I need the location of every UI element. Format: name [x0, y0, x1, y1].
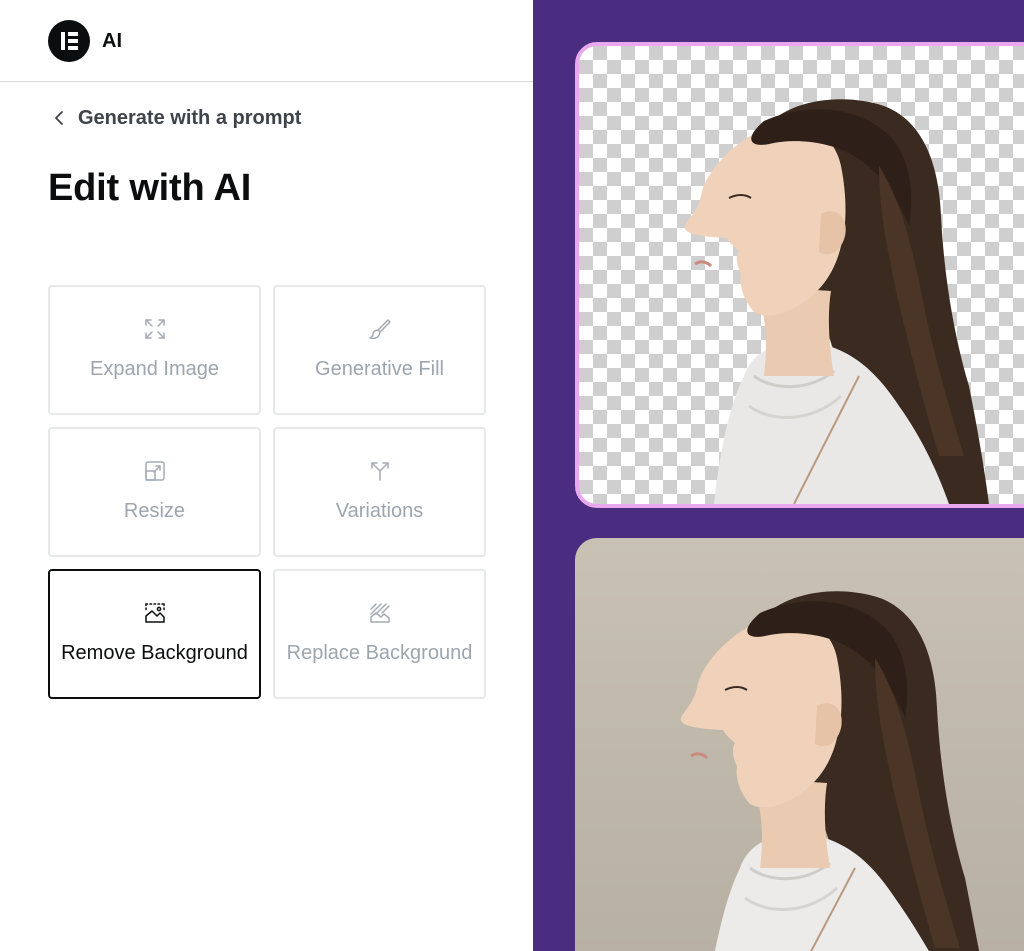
elementor-logo-icon	[48, 20, 90, 62]
resize-card[interactable]: Resize	[48, 427, 261, 557]
original-image-preview	[575, 538, 1024, 951]
back-to-generate-link[interactable]: Generate with a prompt	[52, 104, 301, 132]
replace-background-label: Replace Background	[286, 642, 473, 664]
expand-image-card[interactable]: Expand Image	[48, 285, 261, 415]
generative-fill-label: Generative Fill	[315, 358, 444, 380]
variations-card[interactable]: Variations	[273, 427, 486, 557]
variations-label: Variations	[335, 500, 424, 522]
panel-header: AI	[0, 0, 533, 82]
chevron-left-icon	[55, 111, 63, 125]
app-title: AI	[102, 30, 122, 52]
generative-fill-card[interactable]: Generative Fill	[273, 285, 486, 415]
remove-background-card[interactable]: Remove Background	[48, 569, 261, 699]
expand-arrows-icon	[144, 319, 165, 339]
background-removed-preview	[575, 42, 1024, 508]
edit-tools-grid: Expand Image Generative Fill Resize Vari…	[48, 285, 486, 699]
woman-profile-image	[680, 591, 980, 951]
page-title: Edit with AI	[48, 167, 252, 209]
back-link-label: Generate with a prompt	[78, 107, 302, 129]
replace-background-card[interactable]: Replace Background	[273, 569, 486, 699]
resize-label: Resize	[123, 500, 186, 522]
remove-background-icon	[144, 603, 165, 623]
image-preview-area	[533, 0, 1024, 951]
split-arrows-icon	[370, 462, 389, 481]
replace-background-icon	[369, 603, 390, 623]
woman-profile-image	[684, 99, 989, 504]
resize-icon	[144, 461, 165, 481]
expand-image-label: Expand Image	[90, 358, 219, 380]
ai-editor-panel: AI Generate with a prompt Edit with AI E…	[0, 0, 533, 951]
brush-icon	[368, 319, 391, 340]
remove-background-label: Remove Background	[61, 642, 248, 664]
